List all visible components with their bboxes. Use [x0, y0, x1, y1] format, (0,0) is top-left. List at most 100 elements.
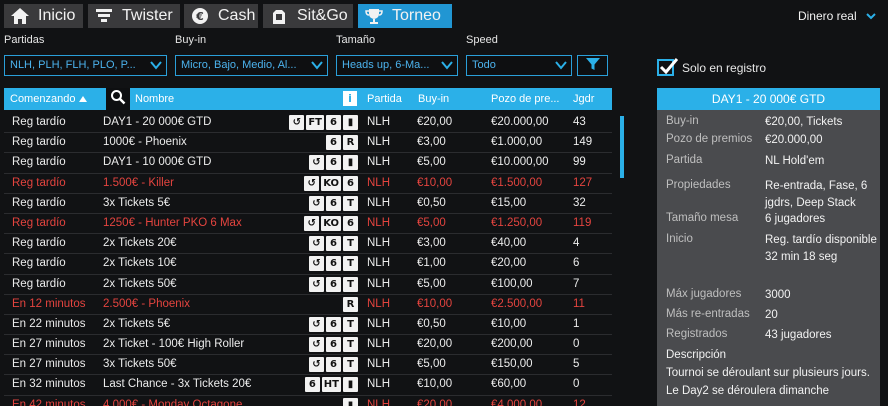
col-partida[interactable]: Partida — [367, 88, 402, 110]
col-buyin[interactable]: Buy-in — [418, 88, 449, 110]
tab-twister[interactable]: Twister — [88, 4, 180, 28]
table-row[interactable]: Reg tardío DAY1 - 20 000€ GTD NLH €20,00 €20… — [4, 113, 612, 134]
detail-value: 6 jugadores — [765, 213, 826, 225]
table-row[interactable]: Reg tardío 3x Tickets 5€ NLH €0,50 €15,00 32 ↺… — [4, 194, 612, 214]
badge-icon: 6 — [343, 215, 358, 231]
solo-registro-checkbox[interactable] — [657, 58, 678, 76]
search-button[interactable] — [106, 88, 130, 110]
buyin-cell: €5,00 — [417, 216, 446, 229]
speed-select[interactable]: Todo — [466, 55, 572, 76]
tournament-badges: ↺ 6 T — [309, 256, 358, 272]
prize-cell: €1.250,00 — [491, 216, 543, 229]
game-cell: NLH — [367, 317, 391, 330]
scrollbar[interactable] — [620, 116, 624, 178]
tournament-badges: ↺ 6 T — [309, 337, 358, 353]
detail-value: 3000 — [765, 289, 791, 301]
tab-sitgo[interactable]: Sit&Go — [263, 4, 353, 28]
players-cell: 1 — [573, 317, 580, 330]
tournament-badges: 6R — [326, 135, 358, 151]
buyin-select[interactable]: Micro, Bajo, Medio, Al... — [175, 55, 328, 76]
filter-label-buyin: Buy-in — [175, 34, 207, 46]
table-row[interactable]: Reg tardío 1000€ - Phoenix NLH €3,00 €1.000,… — [4, 133, 612, 154]
col-nombre[interactable]: Nombre — [135, 88, 174, 110]
game-cell: NLH — [367, 277, 391, 290]
table-row[interactable]: En 22 minutos 2x Tickets 5€ NLH €0,50 €10,00… — [4, 315, 612, 336]
col-comenzando[interactable]: Comenzando — [10, 88, 87, 110]
badge-icon: ↺ — [309, 155, 324, 171]
name-cell: 2x Ticket - 100€ High Roller — [103, 338, 245, 351]
badge-icon: R — [343, 296, 358, 312]
tournament-badges: ↺ KO 6 — [304, 175, 358, 191]
solo-registro-toggle[interactable]: Solo en registro — [657, 58, 766, 76]
badge-icon: 6 — [326, 115, 341, 130]
start-cell: Reg tardío — [12, 216, 66, 229]
tab-cash[interactable]: € Cash — [184, 4, 258, 28]
players-cell: 7 — [573, 277, 580, 290]
game-cell: NLH — [367, 297, 391, 310]
start-cell: En 12 minutos — [12, 297, 86, 310]
badge-icon: ▮ — [343, 155, 358, 171]
buyin-value: Micro, Bajo, Medio, Al... — [181, 59, 297, 71]
game-cell: NLH — [367, 176, 391, 189]
start-cell: Reg tardío — [12, 176, 66, 189]
name-cell: 1000€ - Phoenix — [103, 136, 187, 149]
tab-label: Inicio — [38, 7, 76, 24]
players-cell: 43 — [573, 116, 586, 128]
buyin-cell: €3,00 — [417, 136, 446, 149]
badge-icon: ↺ — [309, 236, 324, 252]
badge-icon: 6 — [326, 276, 341, 292]
name-cell: 2x Tickets 20€ — [103, 237, 177, 250]
name-cell: 2x Tickets 10€ — [103, 257, 177, 270]
prize-cell: €10.000,00 — [491, 156, 549, 169]
buyin-cell: €0,50 — [417, 196, 446, 209]
table-row[interactable]: Reg tardío 2x Tickets 10€ NLH €1,00 €20,00 6 ↺… — [4, 254, 612, 275]
players-cell: 5 — [573, 358, 580, 371]
name-cell: 3x Tickets 50€ — [103, 358, 177, 371]
table-row[interactable]: En 12 minutos 2.500€ - Phoenix NLH €10,00 €2… — [4, 295, 612, 315]
buyin-cell: €10,00 — [417, 176, 453, 189]
info-icon[interactable]: i — [343, 91, 357, 106]
partidas-select[interactable]: NLH, PLH, FLH, PLO, P... — [4, 55, 167, 76]
table-row[interactable]: Reg tardío 1250€ - Hunter PKO 6 Max NLH €5,… — [4, 214, 612, 235]
money-mode-dropdown[interactable]: Dinero real — [798, 9, 876, 23]
badge-icon: KO — [321, 175, 341, 191]
chevron-down-icon — [150, 59, 162, 74]
players-cell: 4 — [573, 237, 580, 250]
badge-icon: 6 — [326, 236, 341, 252]
table-row[interactable]: En 32 minutos Last Chance - 3x Tickets 20… — [4, 375, 612, 396]
tamano-select[interactable]: Heads up, 6-Ma... — [336, 55, 458, 76]
detail-key: Propiedades — [666, 179, 731, 191]
table-row[interactable]: En 42 minutos 4.000€ - Monday Octagone NLH… — [4, 396, 612, 406]
table-row[interactable]: En 27 minutos 2x Ticket - 100€ High Rolle… — [4, 335, 612, 356]
detail-value: NL Hold'em — [765, 155, 825, 167]
start-cell: En 22 minutos — [12, 317, 86, 330]
players-cell: 32 — [573, 196, 586, 209]
tab-inicio[interactable]: Inicio — [4, 4, 83, 28]
badge-icon: T — [343, 276, 358, 292]
detail-key: Partida — [666, 154, 703, 166]
table-row[interactable]: Reg tardío 2x Tickets 50€ NLH €5,00 €100,00 7… — [4, 275, 612, 295]
buyin-cell: €20,00 — [417, 116, 453, 128]
players-cell: 6 — [573, 257, 580, 270]
badge-icon: 6 — [326, 357, 341, 373]
badge-icon: ▮ — [343, 397, 358, 406]
col-pozo[interactable]: Pozo de pre... — [491, 88, 560, 110]
svg-text:€: € — [195, 10, 204, 23]
table-row[interactable]: Reg tardío 1.500€ - Killer NLH €10,00 €1.500… — [4, 174, 612, 194]
badge-icon: T — [343, 256, 358, 272]
table-row[interactable]: Reg tardío DAY1 - 10 000€ GTD NLH €5,00 €10.… — [4, 153, 612, 174]
description-text: Tournoi se déroulant sur plusieurs jours… — [666, 367, 870, 397]
col-jgdr[interactable]: Jgdr — [573, 88, 594, 110]
detail-value: €20.000,00 — [765, 134, 823, 146]
table-row[interactable]: En 27 minutos 3x Tickets 50€ NLH €5,00 €150,… — [4, 355, 612, 376]
filter-button[interactable] — [577, 55, 608, 76]
detail-panel: Descripción Tournoi se déroulant sur plu… — [657, 110, 880, 406]
chevron-down-icon — [866, 9, 876, 23]
tournament-badges: 6 HT ▮ — [304, 377, 358, 393]
detail-value: Reg. tardío disponible 32 min 18 seg — [765, 234, 877, 263]
checkmark-icon — [659, 58, 678, 75]
players-cell: 0 — [573, 338, 580, 351]
table-row[interactable]: Reg tardío 2x Tickets 20€ NLH €3,00 €40,00 4 ↺… — [4, 234, 612, 255]
tab-torneo[interactable]: Torneo — [358, 4, 452, 28]
name-cell: 2x Tickets 50€ — [103, 277, 177, 290]
